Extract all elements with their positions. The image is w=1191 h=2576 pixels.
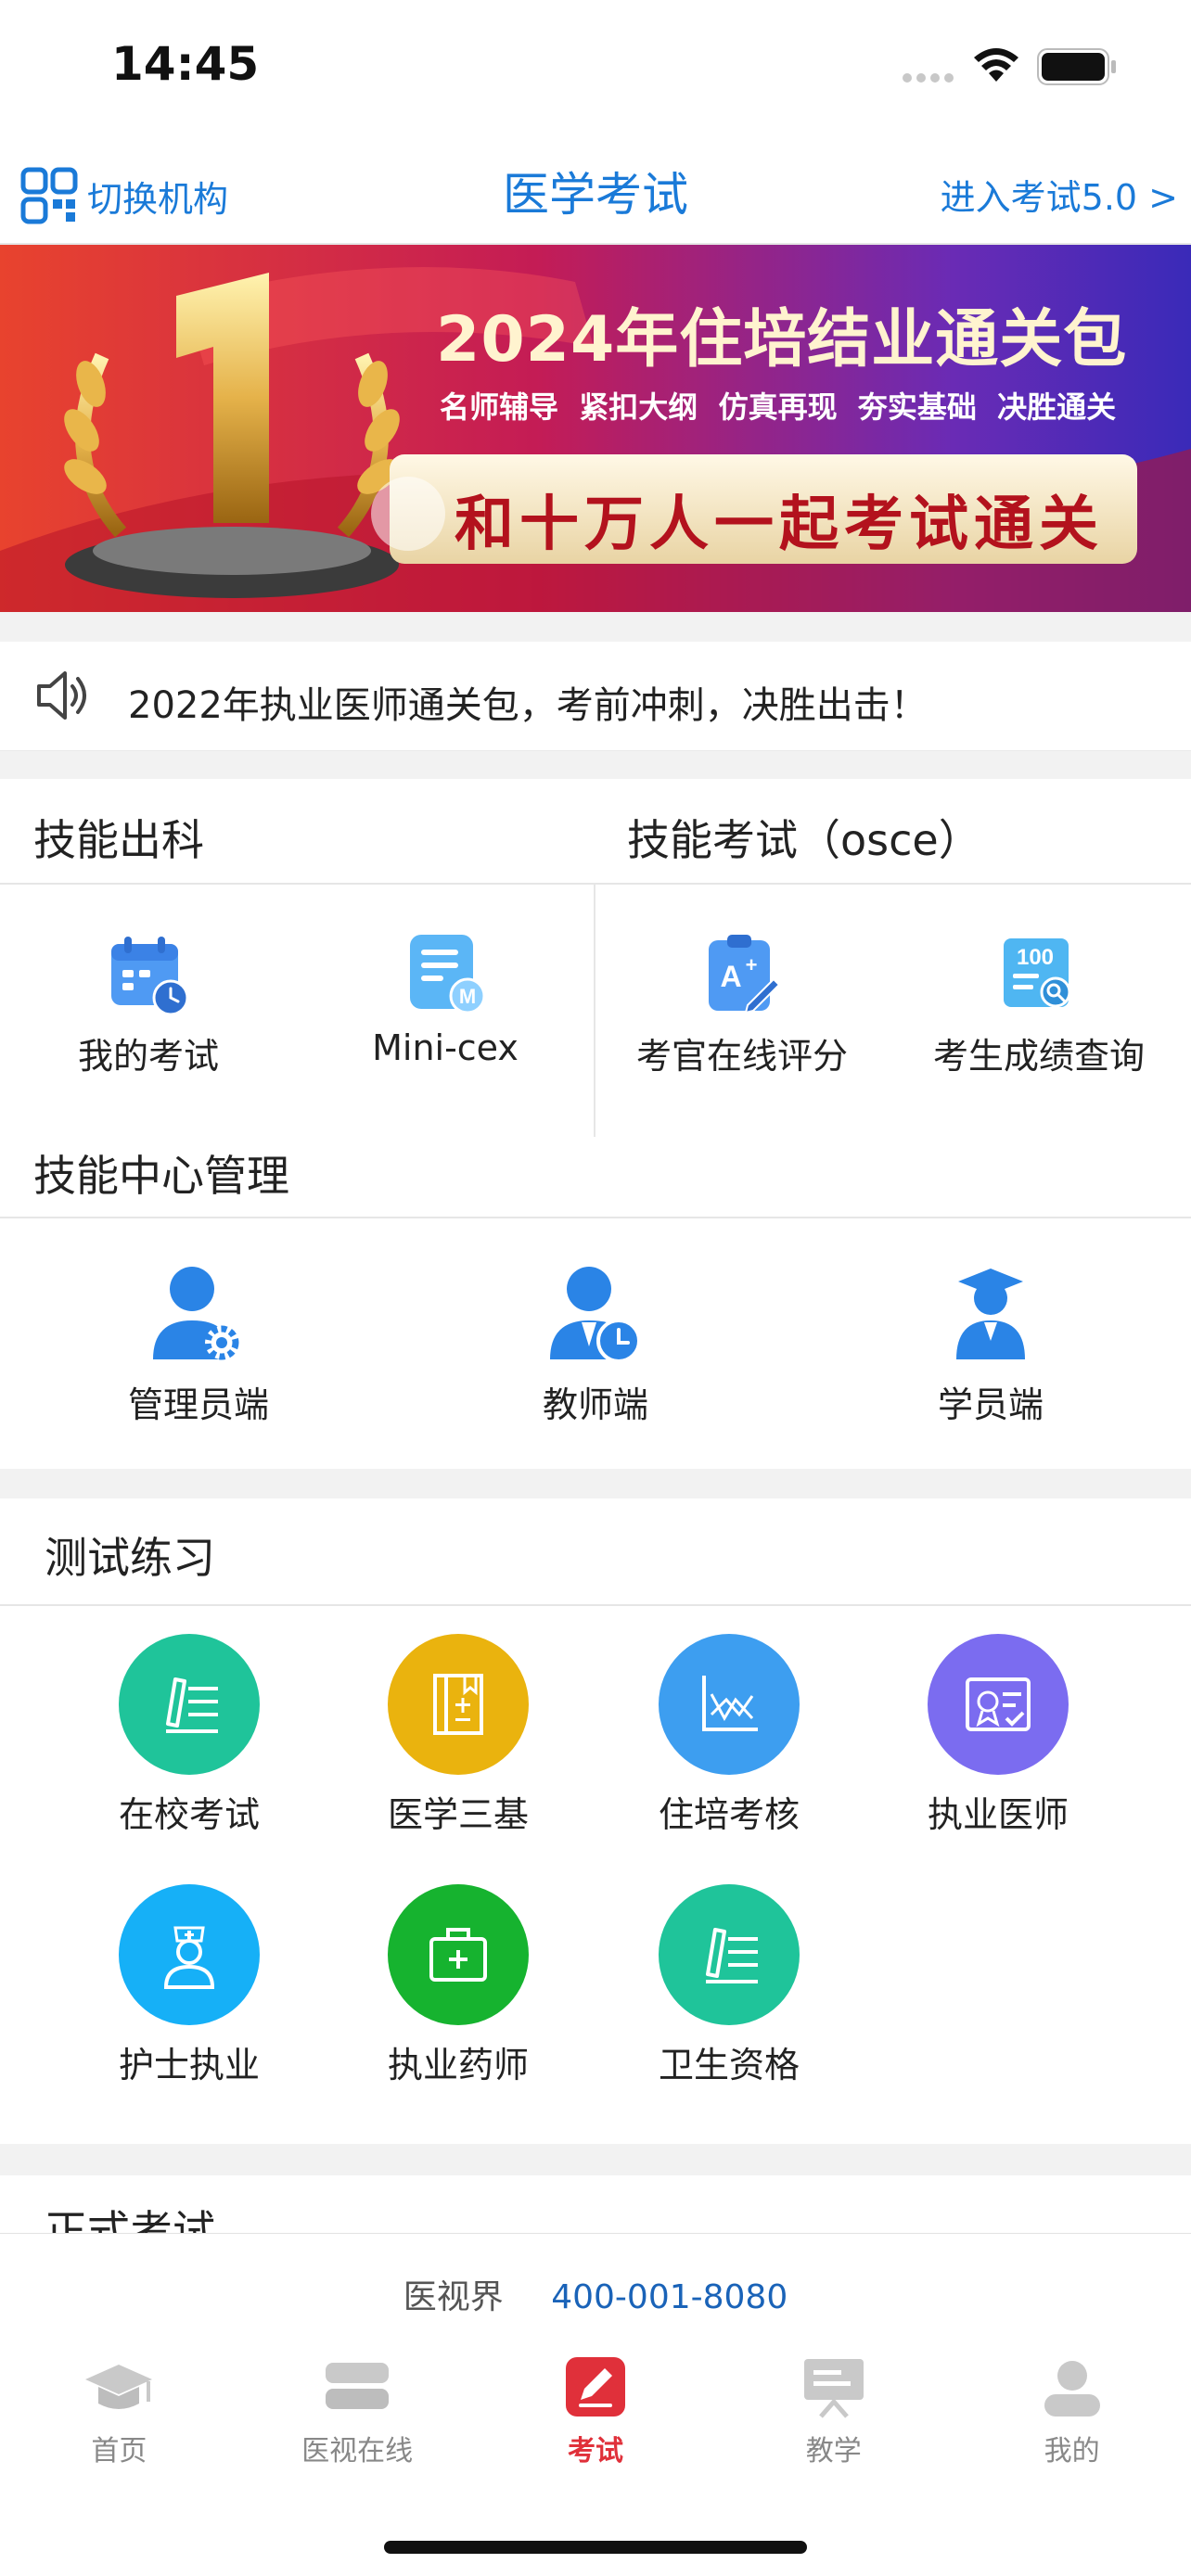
score-query-tile[interactable]: 100 考生成绩查询 — [890, 931, 1187, 1078]
medical-basics-tile[interactable]: 医学三基 — [310, 1634, 607, 1837]
nurse-license-tile[interactable]: 护士执业 — [41, 1884, 338, 2087]
tab-teaching[interactable]: 教学 — [714, 2355, 953, 2494]
score-search-icon: 100 — [1004, 938, 1071, 1008]
pharmacist-tile[interactable]: 执业药师 — [310, 1884, 607, 2087]
tab-bar: 首页 医视在线 考试 教学 我的 — [0, 2355, 1191, 2494]
health-qualification-label: 卫生资格 — [658, 2045, 800, 2085]
student-portal-tile[interactable]: 学员端 — [842, 1263, 1139, 1427]
hotline-link[interactable]: 400-001-8080 — [551, 2278, 788, 2316]
tab-home-label: 首页 — [91, 2435, 147, 2468]
speaker-icon — [37, 671, 86, 720]
examiner-scoring-tile[interactable]: A + 考官在线评分 — [594, 931, 890, 1078]
section-divider — [0, 1469, 1191, 1498]
licensed-physician-tile[interactable]: 执业医师 — [850, 1634, 1146, 1837]
score-query-label: 考生成绩查询 — [932, 1036, 1145, 1077]
pen-list-icon — [659, 1884, 800, 2025]
student-user-icon — [956, 1269, 1025, 1359]
stack-icon — [326, 2363, 390, 2409]
pen-list-icon — [119, 1634, 260, 1775]
residency-assessment-label: 住培考核 — [658, 1794, 800, 1835]
teacher-portal-label: 教师端 — [542, 1384, 648, 1425]
pharmacist-label: 执业药师 — [387, 2045, 529, 2085]
signal-icon — [903, 73, 954, 83]
home-indicator — [384, 2541, 807, 2554]
skills-exam-title: 技能考试（osce） — [627, 815, 981, 865]
practice-title: 测试练习 — [45, 1533, 215, 1583]
notice-text: 2022年执业医师通关包，考前冲刺，决胜出击！ — [128, 684, 928, 727]
tab-mine-label: 我的 — [1044, 2435, 1100, 2468]
student-portal-label: 学员端 — [937, 1384, 1044, 1425]
admin-portal-label: 管理员端 — [127, 1384, 269, 1425]
edit-icon — [565, 2357, 625, 2417]
examiner-scoring-label: 考官在线评分 — [635, 1036, 848, 1077]
my-exam-tile[interactable]: 我的考试 — [0, 931, 297, 1078]
document-m-icon: M — [410, 935, 486, 1014]
medkit-icon — [388, 1884, 529, 2025]
my-exam-label: 我的考试 — [77, 1036, 219, 1077]
section-divider — [0, 751, 1191, 779]
banner-slogan: 和十万人一起考试通关 — [455, 490, 1104, 559]
brand-name: 医视界 — [403, 2278, 504, 2316]
notice-bar[interactable]: 2022年执业医师通关包，考前冲刺，决胜出击！ — [0, 642, 1191, 751]
divider — [0, 883, 1191, 885]
divider — [0, 1217, 1191, 1218]
book-icon — [388, 1634, 529, 1775]
svg-text:M: M — [459, 985, 476, 1008]
svg-text:A: A — [720, 960, 741, 993]
status-bar: 14:45 — [0, 0, 1191, 130]
residency-assessment-tile[interactable]: 住培考核 — [581, 1634, 877, 1837]
health-qualification-tile[interactable]: 卫生资格 — [581, 1884, 877, 2087]
tab-home[interactable]: 首页 — [0, 2355, 238, 2494]
tab-mine[interactable]: 我的 — [953, 2355, 1191, 2494]
svg-text:+: + — [746, 953, 758, 976]
mini-cex-tile[interactable]: M Mini-cex — [297, 931, 594, 1068]
tab-exam[interactable]: 考试 — [477, 2355, 715, 2494]
section-divider — [0, 612, 1191, 642]
calendar-clock-icon — [111, 937, 189, 1016]
tab-online-label: 医视在线 — [301, 2435, 414, 2468]
tab-teaching-label: 教学 — [805, 2435, 862, 2468]
tab-online[interactable]: 医视在线 — [238, 2355, 477, 2494]
divider — [0, 1604, 1191, 1606]
teacher-user-icon — [550, 1267, 641, 1363]
banner-tags: 名师辅导 紧扣大纲 仿真再现 夯实基础 决胜通关 — [440, 389, 1117, 425]
contact-info: 医视界 400-001-8080 — [0, 2270, 1191, 2318]
clipboard-grade-icon: A + — [709, 935, 781, 1014]
certificate-icon — [928, 1634, 1069, 1775]
admin-portal-tile[interactable]: 管理员端 — [50, 1263, 347, 1427]
presentation-icon — [803, 2359, 864, 2418]
licensed-physician-label: 执业医师 — [927, 1794, 1069, 1835]
promo-banner[interactable]: 2024年住培结业通关包 名师辅导 紧扣大纲 仿真再现 夯实基础 决胜通关 和十… — [0, 245, 1191, 612]
status-time: 14:45 — [111, 37, 260, 91]
banner-headline: 2024年住培结业通关包 — [436, 303, 1128, 376]
section-divider — [0, 2144, 1191, 2175]
mini-cex-label: Mini-cex — [372, 1027, 519, 1068]
campus-exam-tile[interactable]: 在校考试 — [41, 1634, 338, 1837]
campus-exam-label: 在校考试 — [118, 1794, 260, 1835]
chart-icon — [659, 1634, 800, 1775]
skills-out-title: 技能出科 — [33, 815, 204, 865]
graduation-cap-icon — [85, 2365, 153, 2409]
top-nav-bar: 切换机构 医学考试 进入考试5.0 > — [0, 130, 1191, 245]
teacher-portal-tile[interactable]: 教师端 — [447, 1263, 744, 1427]
medical-basics-label: 医学三基 — [387, 1794, 529, 1835]
wifi-icon — [974, 48, 1018, 82]
battery-icon — [1037, 48, 1116, 85]
svg-text:100: 100 — [1017, 945, 1054, 970]
profile-icon — [1044, 2361, 1100, 2417]
nurse-license-label: 护士执业 — [118, 2045, 260, 2085]
tab-exam-label: 考试 — [567, 2435, 623, 2468]
nurse-icon — [119, 1884, 260, 2025]
skill-center-title: 技能中心管理 — [33, 1151, 289, 1201]
admin-user-icon — [153, 1267, 239, 1360]
enter-exam-link[interactable]: 进入考试5.0 > — [941, 169, 1178, 220]
